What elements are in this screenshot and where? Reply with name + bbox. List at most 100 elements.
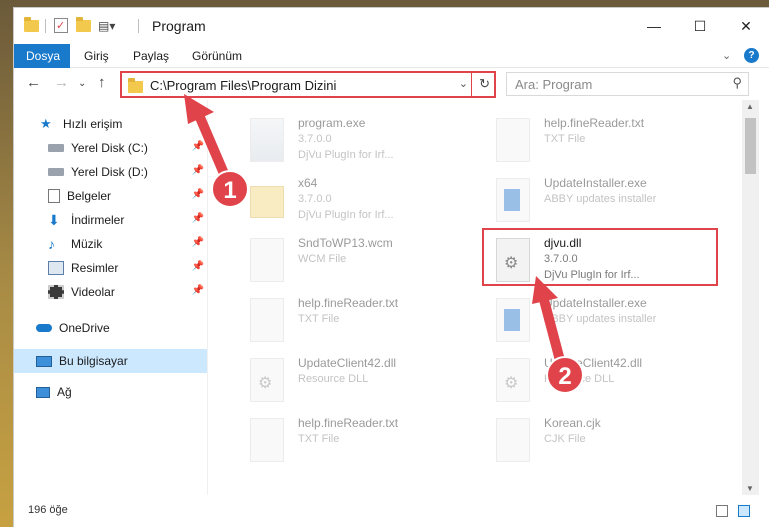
file-tile[interactable]: help.fineReader.txt TXT File [250,414,480,470]
minimize-button[interactable]: — [631,8,677,44]
file-name: UpdateClient42.dll [298,356,397,370]
sidebar-item-documents[interactable]: Belgeler 📌 [14,184,207,208]
new-folder-icon[interactable] [76,17,91,34]
sidebar-item-label: Ağ [57,385,72,399]
status-bar: 196 öğe [14,495,769,527]
pin-icon[interactable]: 📌 [192,213,204,224]
installer-icon [496,298,530,342]
file-detail: Resource DLL [298,373,369,385]
up-arrow-icon[interactable]: ↑ [98,74,106,91]
sidebar-item-local-disk-c[interactable]: Yerel Disk (C:) 📌 [14,136,207,160]
sidebar-item-quick-access[interactable]: ★ Hızlı erişim [14,112,207,136]
pin-icon[interactable]: 📌 [192,141,204,152]
dll-icon [250,358,284,402]
chevron-down-icon[interactable]: ⌄ [722,49,731,62]
file-tile[interactable]: UpdateInstaller.exe ABBY updates install… [496,294,726,350]
tiles-view-icon[interactable] [738,505,750,517]
file-name: help.fineReader.txt [298,296,399,310]
file-name: Korean.cjk [544,416,601,430]
text-file-icon [250,418,284,462]
file-name: x64 [298,176,318,190]
maximize-button[interactable]: ☐ [677,8,723,44]
file-detail: WCM File [298,253,347,265]
folder-icon [24,17,39,34]
sidebar-item-label: Bu bilgisayar [59,354,128,368]
customize-toolbar-icon[interactable]: ▤▾ [98,18,115,34]
star-icon: ★ [40,116,52,131]
refresh-icon[interactable]: ↻ [479,76,490,92]
details-view-icon[interactable] [716,505,728,517]
network-icon [36,386,50,398]
tab-home[interactable]: Giriş [72,44,121,68]
pin-icon[interactable]: 📌 [192,165,204,176]
file-tile[interactable]: SndToWP13.wcm WCM File [250,234,480,290]
file-detail: ABBY updates installer [544,193,657,205]
file-detail: CJK File [544,433,586,445]
sidebar-item-pictures[interactable]: Resimler 📌 [14,256,207,280]
back-arrow-icon[interactable]: ← [26,74,41,91]
pictures-icon [48,261,64,275]
file-list: program.exe 3.7.0.0 DjVu PlugIn for Irf.… [208,100,742,495]
sidebar-item-this-pc[interactable]: Bu bilgisayar [14,349,207,373]
file-tile[interactable]: Korean.cjk CJK File [496,414,726,470]
file-name: program.exe [298,116,366,130]
file-name: SndToWP13.wcm [298,236,393,250]
address-path[interactable]: C:\Program Files\Program Dizini [150,78,336,93]
vertical-scrollbar[interactable]: ▲ ▼ [742,100,759,495]
file-detail: ABBY updates installer [544,313,657,325]
explorer-window: ✓ ▤▾ Program — ☐ ✕ Dosya Giriş Paylaş Gö… [14,8,769,527]
installer-icon [496,178,530,222]
search-input[interactable]: Ara: Program [515,77,592,92]
pin-icon[interactable]: 📌 [192,237,204,248]
address-bar[interactable]: C:\Program Files\Program Dizini ⌄ ↻ [120,71,496,98]
properties-icon[interactable]: ✓ [54,18,68,33]
address-dropdown-icon[interactable]: ⌄ [459,77,468,90]
file-tile[interactable]: program.exe 3.7.0.0 DjVu PlugIn for Irf.… [250,114,480,170]
file-tile[interactable]: UpdateClient42.dll Resource DLL [250,354,480,410]
sidebar-item-label: İndirmeler [71,213,125,227]
file-description: DjVu PlugIn for Irf... [298,149,394,161]
sidebar-item-downloads[interactable]: ⬇ İndirmeler 📌 [14,208,207,232]
search-box[interactable]: Ara: Program ⚲ [506,72,749,96]
app-icon [250,118,284,162]
divider [138,19,139,33]
folder-icon [128,78,143,93]
scroll-up-icon[interactable]: ▲ [746,102,754,111]
file-tile[interactable]: UpdateInstaller.exe ABBY updates install… [496,174,726,230]
search-icon: ⚲ [732,75,742,90]
scrollbar-thumb[interactable] [745,118,756,174]
file-name: UpdateClient42.dll [544,356,643,370]
pin-icon[interactable]: 📌 [192,285,204,296]
text-file-icon [496,118,530,162]
sidebar-item-network[interactable]: Ağ [14,380,207,404]
sidebar-item-onedrive[interactable]: OneDrive [14,316,207,340]
sidebar-item-videos[interactable]: Videolar 📌 [14,280,207,304]
text-file-icon [250,298,284,342]
pin-icon[interactable]: 📌 [192,189,204,200]
file-description: DjVu PlugIn for Irf... [298,209,394,221]
ribbon-tabs: Dosya Giriş Paylaş Görünüm ⌄ ? [14,44,769,68]
pin-icon[interactable]: 📌 [192,261,204,272]
tab-file[interactable]: Dosya [14,44,70,68]
forward-arrow-icon[interactable]: → [54,74,69,91]
sidebar-item-label: Videolar [71,285,115,299]
folder-tile[interactable]: x64 3.7.0.0 DjVu PlugIn for Irf... [250,174,480,230]
sidebar-item-music[interactable]: ♪ Müzik 📌 [14,232,207,256]
help-icon[interactable]: ? [744,48,759,63]
file-tile[interactable]: help.fineReader.txt TXT File [250,294,480,350]
sidebar-item-label: Resimler [71,261,119,275]
sidebar-item-label: OneDrive [59,321,110,335]
recent-locations-chevron-icon[interactable]: ⌄ [78,78,86,89]
file-tile[interactable]: help.fineReader.txt TXT File [496,114,726,170]
tab-share[interactable]: Paylaş [121,44,181,68]
tab-view[interactable]: Görünüm [180,44,254,68]
sidebar-item-local-disk-d[interactable]: Yerel Disk (D:) 📌 [14,160,207,184]
file-icon [250,238,284,282]
window-title: Program [152,18,206,34]
file-detail: TXT File [298,313,340,325]
scroll-down-icon[interactable]: ▼ [746,484,754,493]
close-button[interactable]: ✕ [723,8,769,44]
file-tile[interactable]: UpdateClient42.dll Resource DLL [496,354,726,410]
sidebar-item-label: Hızlı erişim [63,117,123,131]
highlight-box [482,228,718,286]
